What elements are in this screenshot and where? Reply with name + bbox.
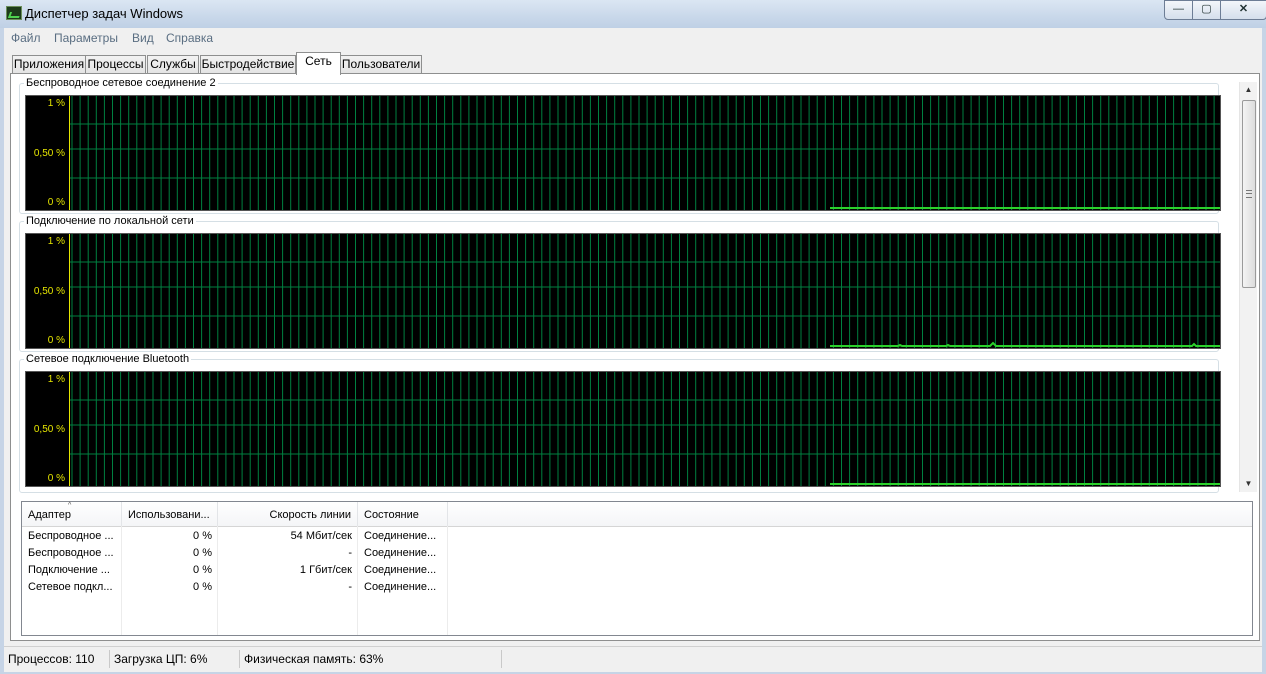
table-row[interactable]: Беспроводное ... 0 % - Соединение... xyxy=(22,545,1252,562)
menu-file[interactable]: Файл xyxy=(11,31,41,45)
axis-label-max: 1 % xyxy=(47,98,65,109)
axis-label-min: 0 % xyxy=(47,197,65,208)
cell-usage: 0 % xyxy=(193,564,212,576)
axis-label-mid: 0,50 % xyxy=(33,148,65,159)
tab-applications[interactable]: Приложения xyxy=(12,55,86,74)
cell-link-speed: - xyxy=(348,547,352,559)
graph-canvas xyxy=(70,372,1220,486)
cell-adapter: Сетевое подкл... xyxy=(28,581,113,593)
column-header-adapter[interactable]: ^ Адаптер xyxy=(22,502,122,526)
graphs-scroll-area: Беспроводное сетевое соединение 2 1 % 0,… xyxy=(19,77,1227,493)
menu-bar: Файл Параметры Вид Справка xyxy=(4,28,1262,48)
tab-networking[interactable]: Сеть xyxy=(296,52,341,75)
axis-label-mid: 0,50 % xyxy=(33,424,65,435)
tab-performance[interactable]: Быстродействие xyxy=(200,55,296,74)
graph-group-wireless-2: Беспроводное сетевое соединение 2 1 % 0,… xyxy=(19,77,1221,214)
task-manager-app-icon xyxy=(6,6,22,20)
table-row[interactable]: Беспроводное ... 0 % 54 Мбит/сек Соедине… xyxy=(22,528,1252,545)
tab-users[interactable]: Пользователи xyxy=(340,55,422,74)
graph-group-bluetooth: Сетевое подключение Bluetooth 1 % 0,50 %… xyxy=(19,353,1221,493)
graph-canvas xyxy=(70,234,1220,348)
status-physical-memory: Физическая память: 63% xyxy=(240,650,502,668)
tab-processes[interactable]: Процессы xyxy=(85,55,146,74)
table-row[interactable]: Подключение ... 0 % 1 Гбит/сек Соединени… xyxy=(22,562,1252,579)
table-row[interactable]: Сетевое подкл... 0 % - Соединение... xyxy=(22,579,1252,596)
graph-group-lan: Подключение по локальной сети 1 % 0,50 %… xyxy=(19,215,1221,352)
column-header-state[interactable]: Состояние xyxy=(358,502,448,526)
status-cpu-usage: Загрузка ЦП: 6% xyxy=(110,650,240,668)
status-bar: Процессов: 110 Загрузка ЦП: 6% Физическа… xyxy=(4,646,1262,669)
cell-state: Соединение... xyxy=(364,530,437,542)
adapter-list[interactable]: ^ Адаптер Использовани... Скорость линии… xyxy=(21,501,1253,636)
sort-ascending-icon: ^ xyxy=(68,502,72,509)
axis-label-min: 0 % xyxy=(47,473,65,484)
cell-state: Соединение... xyxy=(364,581,437,593)
column-header-label: Адаптер xyxy=(28,509,71,521)
graph-axis: 1 % 0,50 % 0 % xyxy=(26,372,70,486)
graph-canvas xyxy=(70,96,1220,210)
graphs-scrollbar[interactable]: ▲ ▼ xyxy=(1239,82,1257,492)
maximize-button[interactable]: ▢ xyxy=(1192,0,1221,20)
cell-link-speed: 1 Гбит/сек xyxy=(299,564,352,576)
cell-usage: 0 % xyxy=(193,581,212,593)
cell-adapter: Беспроводное ... xyxy=(28,530,114,542)
axis-label-mid: 0,50 % xyxy=(33,286,65,297)
cell-usage: 0 % xyxy=(193,547,212,559)
graph-axis: 1 % 0,50 % 0 % xyxy=(26,96,70,210)
minimize-button[interactable]: — xyxy=(1164,0,1193,20)
cell-link-speed: - xyxy=(348,581,352,593)
column-header-usage[interactable]: Использовани... xyxy=(122,502,218,526)
graph-title: Беспроводное сетевое соединение 2 xyxy=(24,77,218,89)
scroll-up-arrow-icon[interactable]: ▲ xyxy=(1240,82,1257,98)
cell-adapter: Беспроводное ... xyxy=(28,547,114,559)
graph-axis: 1 % 0,50 % 0 % xyxy=(26,234,70,348)
cell-state: Соединение... xyxy=(364,564,437,576)
grip-icon xyxy=(1246,190,1252,198)
cell-state: Соединение... xyxy=(364,547,437,559)
window-body: Файл Параметры Вид Справка Приложения Пр… xyxy=(4,28,1262,672)
list-header: ^ Адаптер Использовани... Скорость линии… xyxy=(22,502,1252,527)
status-processes: Процессов: 110 xyxy=(4,650,110,668)
menu-view[interactable]: Вид xyxy=(132,31,154,45)
graph-title: Подключение по локальной сети xyxy=(24,215,196,227)
axis-label-min: 0 % xyxy=(47,335,65,346)
network-graph: 1 % 0,50 % 0 % xyxy=(25,233,1221,349)
title-bar[interactable]: Диспетчер задач Windows — ▢ ✕ xyxy=(0,0,1266,28)
network-graph: 1 % 0,50 % 0 % xyxy=(25,371,1221,487)
menu-options[interactable]: Параметры xyxy=(54,31,118,45)
axis-label-max: 1 % xyxy=(47,374,65,385)
graph-title: Сетевое подключение Bluetooth xyxy=(24,353,192,365)
scroll-down-arrow-icon[interactable]: ▼ xyxy=(1240,476,1257,492)
networking-panel: Беспроводное сетевое соединение 2 1 % 0,… xyxy=(10,73,1260,641)
axis-label-max: 1 % xyxy=(47,236,65,247)
cell-adapter: Подключение ... xyxy=(28,564,110,576)
close-button[interactable]: ✕ xyxy=(1220,0,1266,20)
scrollbar-thumb[interactable] xyxy=(1242,100,1256,288)
window-title: Диспетчер задач Windows xyxy=(25,6,184,21)
network-graph: 1 % 0,50 % 0 % xyxy=(25,95,1221,211)
cell-link-speed: 54 Мбит/сек xyxy=(290,530,352,542)
menu-help[interactable]: Справка xyxy=(166,31,213,45)
cell-usage: 0 % xyxy=(193,530,212,542)
column-header-link-speed[interactable]: Скорость линии xyxy=(218,502,358,526)
tab-services[interactable]: Службы xyxy=(147,55,199,74)
